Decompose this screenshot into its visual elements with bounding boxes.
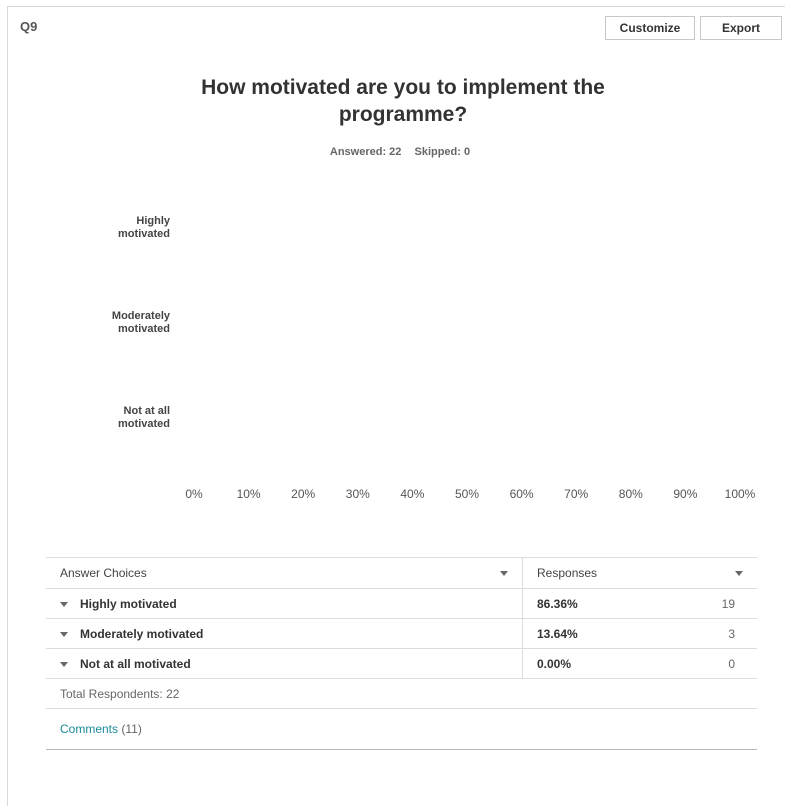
expand-caret-icon[interactable] <box>60 601 68 607</box>
x-tick-label: 20% <box>291 487 316 501</box>
choice-count: 19 <box>667 588 757 619</box>
responses-header-label: Responses <box>537 566 598 580</box>
sort-caret-icon[interactable] <box>735 571 743 576</box>
x-tick-label: 10% <box>236 487 261 501</box>
x-tick-label: 0% <box>185 487 203 501</box>
choice-percent: 86.36% <box>522 588 667 619</box>
skipped-count: Skipped: 0 <box>414 146 471 158</box>
table-row: Highly motivated 86.36% 19 <box>46 588 757 619</box>
responses-header[interactable]: Responses <box>522 557 757 589</box>
choice-count: 3 <box>667 618 757 649</box>
responses-table: Answer Choices Responses Highly motivate… <box>46 557 757 750</box>
x-tick-label: 100% <box>724 487 756 501</box>
total-row: Total Respondents: 22 <box>46 678 757 709</box>
table-row: Not at all motivated 0.00% 0 <box>46 648 757 679</box>
category-label: Highly motivated <box>60 215 170 241</box>
choice-label: Moderately motivated <box>80 626 204 641</box>
category-label-line: Not at all <box>123 405 170 417</box>
comments-link[interactable]: Comments <box>60 722 118 736</box>
customize-button[interactable]: Customize <box>605 16 695 40</box>
x-tick-label: 90% <box>673 487 698 501</box>
question-number: Q9 <box>20 19 38 34</box>
answered-count: Answered: 22 <box>329 146 402 158</box>
category-label-line: motivated <box>118 418 170 430</box>
table-header-row: Answer Choices Responses <box>46 557 757 589</box>
sort-caret-icon[interactable] <box>500 571 508 576</box>
answer-choices-header[interactable]: Answer Choices <box>46 557 523 589</box>
x-tick-label: 30% <box>345 487 370 501</box>
table-row: Moderately motivated 13.64% 3 <box>46 618 757 649</box>
category-label: Not at all motivated <box>60 405 170 431</box>
response-stats: Answered: 22 Skipped: 0 <box>0 146 785 158</box>
x-tick-label: 60% <box>509 487 534 501</box>
category-label-line: motivated <box>118 228 170 240</box>
category-label-line: motivated <box>118 323 170 335</box>
x-tick-label: 50% <box>454 487 480 501</box>
choice-percent: 13.64% <box>522 618 667 649</box>
x-tick-label: 70% <box>564 487 589 501</box>
expand-caret-icon[interactable] <box>60 661 68 667</box>
category-label-line: Highly <box>136 215 170 227</box>
choice-label: Not at all motivated <box>80 656 191 671</box>
expand-caret-icon[interactable] <box>60 631 68 637</box>
choice-label: Highly motivated <box>80 596 177 611</box>
total-respondents: Total Respondents: 22 <box>46 678 757 709</box>
export-button[interactable]: Export <box>700 16 782 40</box>
answer-choices-header-label: Answer Choices <box>60 566 147 580</box>
x-tick-label: 40% <box>400 487 425 501</box>
category-label-line: Moderately <box>111 310 170 322</box>
x-tick-label: 80% <box>618 487 643 501</box>
question-title: How motivated are you to implement the p… <box>201 76 605 126</box>
choice-percent: 0.00% <box>522 648 667 679</box>
comments-row: Comments (11) <box>46 708 757 750</box>
category-label: Moderately motivated <box>60 310 170 336</box>
comments-count: (11) <box>121 722 142 736</box>
choice-count: 0 <box>667 648 757 679</box>
